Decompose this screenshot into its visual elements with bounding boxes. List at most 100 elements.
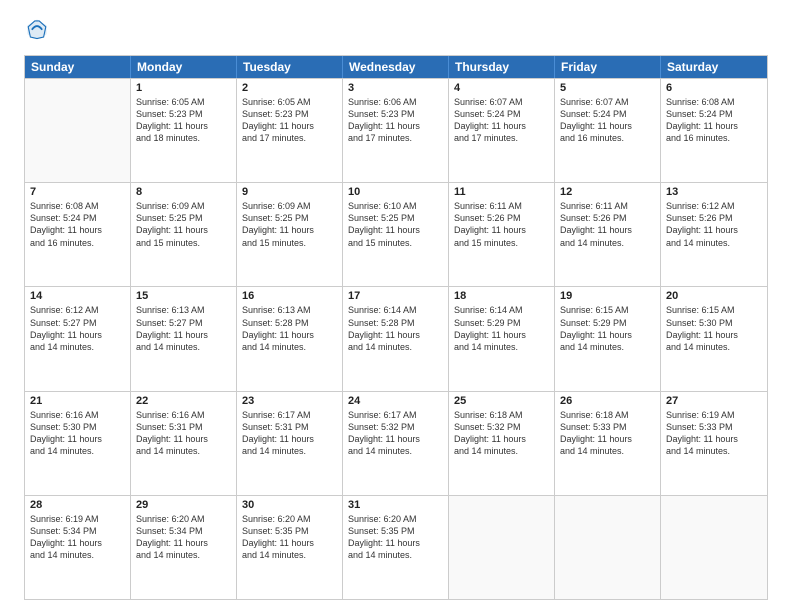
calendar-cell: 11 Sunrise: 6:11 AM Sunset: 5:26 PM Dayli… bbox=[449, 183, 555, 286]
calendar-cell: 3 Sunrise: 6:06 AM Sunset: 5:23 PM Daylig… bbox=[343, 79, 449, 182]
cell-info-text: Sunrise: 6:13 AM Sunset: 5:27 PM Dayligh… bbox=[136, 304, 231, 353]
calendar-cell: 13 Sunrise: 6:12 AM Sunset: 5:26 PM Dayli… bbox=[661, 183, 767, 286]
calendar-cell: 9 Sunrise: 6:09 AM Sunset: 5:25 PM Daylig… bbox=[237, 183, 343, 286]
cell-info-text: Sunrise: 6:09 AM Sunset: 5:25 PM Dayligh… bbox=[242, 200, 337, 249]
cell-day-number: 21 bbox=[30, 395, 125, 407]
cell-info-text: Sunrise: 6:13 AM Sunset: 5:28 PM Dayligh… bbox=[242, 304, 337, 353]
logo bbox=[24, 18, 48, 45]
cell-info-text: Sunrise: 6:07 AM Sunset: 5:24 PM Dayligh… bbox=[454, 96, 549, 145]
calendar-cell: 16 Sunrise: 6:13 AM Sunset: 5:28 PM Dayli… bbox=[237, 287, 343, 390]
header-cell-monday: Monday bbox=[131, 56, 237, 78]
cell-info-text: Sunrise: 6:05 AM Sunset: 5:23 PM Dayligh… bbox=[136, 96, 231, 145]
cell-day-number: 11 bbox=[454, 186, 549, 198]
cell-info-text: Sunrise: 6:11 AM Sunset: 5:26 PM Dayligh… bbox=[454, 200, 549, 249]
calendar-cell: 28 Sunrise: 6:19 AM Sunset: 5:34 PM Dayli… bbox=[25, 496, 131, 599]
cell-day-number: 19 bbox=[560, 290, 655, 302]
logo-icon bbox=[26, 18, 48, 40]
cell-info-text: Sunrise: 6:20 AM Sunset: 5:35 PM Dayligh… bbox=[348, 513, 443, 562]
calendar-cell: 29 Sunrise: 6:20 AM Sunset: 5:34 PM Dayli… bbox=[131, 496, 237, 599]
header-cell-saturday: Saturday bbox=[661, 56, 767, 78]
calendar-cell: 23Sunrise: 6:17 AM Sunset: 5:31 PM Dayli… bbox=[237, 392, 343, 495]
header-cell-friday: Friday bbox=[555, 56, 661, 78]
calendar-cell: 6 Sunrise: 6:08 AM Sunset: 5:24 PM Daylig… bbox=[661, 79, 767, 182]
calendar-cell: 10Sunrise: 6:10 AM Sunset: 5:25 PM Dayli… bbox=[343, 183, 449, 286]
cell-info-text: Sunrise: 6:16 AM Sunset: 5:31 PM Dayligh… bbox=[136, 409, 231, 458]
calendar-cell bbox=[555, 496, 661, 599]
calendar-cell: 21 Sunrise: 6:16 AM Sunset: 5:30 PM Dayli… bbox=[25, 392, 131, 495]
header-cell-sunday: Sunday bbox=[25, 56, 131, 78]
calendar-cell: 4Sunrise: 6:07 AM Sunset: 5:24 PM Daylig… bbox=[449, 79, 555, 182]
calendar-cell bbox=[25, 79, 131, 182]
cell-info-text: Sunrise: 6:15 AM Sunset: 5:29 PM Dayligh… bbox=[560, 304, 655, 353]
calendar-cell: 18 Sunrise: 6:14 AM Sunset: 5:29 PM Dayli… bbox=[449, 287, 555, 390]
cell-day-number: 6 bbox=[666, 82, 762, 94]
header-cell-wednesday: Wednesday bbox=[343, 56, 449, 78]
cell-day-number: 30 bbox=[242, 499, 337, 511]
calendar-cell: 30 Sunrise: 6:20 AM Sunset: 5:35 PM Dayli… bbox=[237, 496, 343, 599]
calendar-row-3: 14Sunrise: 6:12 AM Sunset: 5:27 PM Dayli… bbox=[25, 286, 767, 390]
calendar: SundayMondayTuesdayWednesdayThursdayFrid… bbox=[24, 55, 768, 600]
cell-day-number: 9 bbox=[242, 186, 337, 198]
calendar-cell: 25 Sunrise: 6:18 AM Sunset: 5:32 PM Dayli… bbox=[449, 392, 555, 495]
cell-day-number: 13 bbox=[666, 186, 762, 198]
calendar-cell: 24 Sunrise: 6:17 AM Sunset: 5:32 PM Dayli… bbox=[343, 392, 449, 495]
cell-day-number: 8 bbox=[136, 186, 231, 198]
cell-info-text: Sunrise: 6:06 AM Sunset: 5:23 PM Dayligh… bbox=[348, 96, 443, 145]
calendar-cell: 14Sunrise: 6:12 AM Sunset: 5:27 PM Dayli… bbox=[25, 287, 131, 390]
cell-info-text: Sunrise: 6:20 AM Sunset: 5:35 PM Dayligh… bbox=[242, 513, 337, 562]
cell-info-text: Sunrise: 6:12 AM Sunset: 5:27 PM Dayligh… bbox=[30, 304, 125, 353]
cell-day-number: 31 bbox=[348, 499, 443, 511]
cell-info-text: Sunrise: 6:19 AM Sunset: 5:33 PM Dayligh… bbox=[666, 409, 762, 458]
cell-info-text: Sunrise: 6:08 AM Sunset: 5:24 PM Dayligh… bbox=[30, 200, 125, 249]
cell-day-number: 20 bbox=[666, 290, 762, 302]
cell-info-text: Sunrise: 6:12 AM Sunset: 5:26 PM Dayligh… bbox=[666, 200, 762, 249]
cell-day-number: 23 bbox=[242, 395, 337, 407]
cell-day-number: 17 bbox=[348, 290, 443, 302]
calendar-cell: 5 Sunrise: 6:07 AM Sunset: 5:24 PM Daylig… bbox=[555, 79, 661, 182]
cell-info-text: Sunrise: 6:16 AM Sunset: 5:30 PM Dayligh… bbox=[30, 409, 125, 458]
cell-info-text: Sunrise: 6:15 AM Sunset: 5:30 PM Dayligh… bbox=[666, 304, 762, 353]
cell-day-number: 18 bbox=[454, 290, 549, 302]
calendar-cell: 27 Sunrise: 6:19 AM Sunset: 5:33 PM Dayli… bbox=[661, 392, 767, 495]
cell-day-number: 12 bbox=[560, 186, 655, 198]
cell-day-number: 25 bbox=[454, 395, 549, 407]
calendar-cell: 1 Sunrise: 6:05 AM Sunset: 5:23 PM Daylig… bbox=[131, 79, 237, 182]
calendar-cell: 20 Sunrise: 6:15 AM Sunset: 5:30 PM Dayli… bbox=[661, 287, 767, 390]
calendar-cell: 19 Sunrise: 6:15 AM Sunset: 5:29 PM Dayli… bbox=[555, 287, 661, 390]
calendar-body: 1 Sunrise: 6:05 AM Sunset: 5:23 PM Daylig… bbox=[25, 78, 767, 599]
calendar-cell: 26Sunrise: 6:18 AM Sunset: 5:33 PM Dayli… bbox=[555, 392, 661, 495]
cell-day-number: 26 bbox=[560, 395, 655, 407]
calendar-row-2: 7Sunrise: 6:08 AM Sunset: 5:24 PM Daylig… bbox=[25, 182, 767, 286]
cell-info-text: Sunrise: 6:07 AM Sunset: 5:24 PM Dayligh… bbox=[560, 96, 655, 145]
cell-day-number: 28 bbox=[30, 499, 125, 511]
cell-day-number: 16 bbox=[242, 290, 337, 302]
cell-info-text: Sunrise: 6:14 AM Sunset: 5:29 PM Dayligh… bbox=[454, 304, 549, 353]
calendar-cell: 31 Sunrise: 6:20 AM Sunset: 5:35 PM Dayli… bbox=[343, 496, 449, 599]
cell-info-text: Sunrise: 6:18 AM Sunset: 5:32 PM Dayligh… bbox=[454, 409, 549, 458]
calendar-cell: 8Sunrise: 6:09 AM Sunset: 5:25 PM Daylig… bbox=[131, 183, 237, 286]
cell-day-number: 2 bbox=[242, 82, 337, 94]
cell-day-number: 29 bbox=[136, 499, 231, 511]
cell-info-text: Sunrise: 6:10 AM Sunset: 5:25 PM Dayligh… bbox=[348, 200, 443, 249]
cell-info-text: Sunrise: 6:20 AM Sunset: 5:34 PM Dayligh… bbox=[136, 513, 231, 562]
calendar-cell: 7Sunrise: 6:08 AM Sunset: 5:24 PM Daylig… bbox=[25, 183, 131, 286]
header bbox=[24, 18, 768, 45]
calendar-cell: 12 Sunrise: 6:11 AM Sunset: 5:26 PM Dayli… bbox=[555, 183, 661, 286]
cell-day-number: 5 bbox=[560, 82, 655, 94]
calendar-cell: 22Sunrise: 6:16 AM Sunset: 5:31 PM Dayli… bbox=[131, 392, 237, 495]
cell-info-text: Sunrise: 6:14 AM Sunset: 5:28 PM Dayligh… bbox=[348, 304, 443, 353]
cell-day-number: 3 bbox=[348, 82, 443, 94]
cell-day-number: 1 bbox=[136, 82, 231, 94]
calendar-header-row: SundayMondayTuesdayWednesdayThursdayFrid… bbox=[25, 56, 767, 78]
cell-info-text: Sunrise: 6:05 AM Sunset: 5:23 PM Dayligh… bbox=[242, 96, 337, 145]
cell-day-number: 27 bbox=[666, 395, 762, 407]
calendar-row-4: 21 Sunrise: 6:16 AM Sunset: 5:30 PM Dayli… bbox=[25, 391, 767, 495]
cell-info-text: Sunrise: 6:17 AM Sunset: 5:32 PM Dayligh… bbox=[348, 409, 443, 458]
cell-info-text: Sunrise: 6:08 AM Sunset: 5:24 PM Dayligh… bbox=[666, 96, 762, 145]
cell-day-number: 24 bbox=[348, 395, 443, 407]
calendar-cell bbox=[449, 496, 555, 599]
cell-info-text: Sunrise: 6:19 AM Sunset: 5:34 PM Dayligh… bbox=[30, 513, 125, 562]
calendar-cell bbox=[661, 496, 767, 599]
calendar-row-5: 28 Sunrise: 6:19 AM Sunset: 5:34 PM Dayli… bbox=[25, 495, 767, 599]
cell-info-text: Sunrise: 6:11 AM Sunset: 5:26 PM Dayligh… bbox=[560, 200, 655, 249]
